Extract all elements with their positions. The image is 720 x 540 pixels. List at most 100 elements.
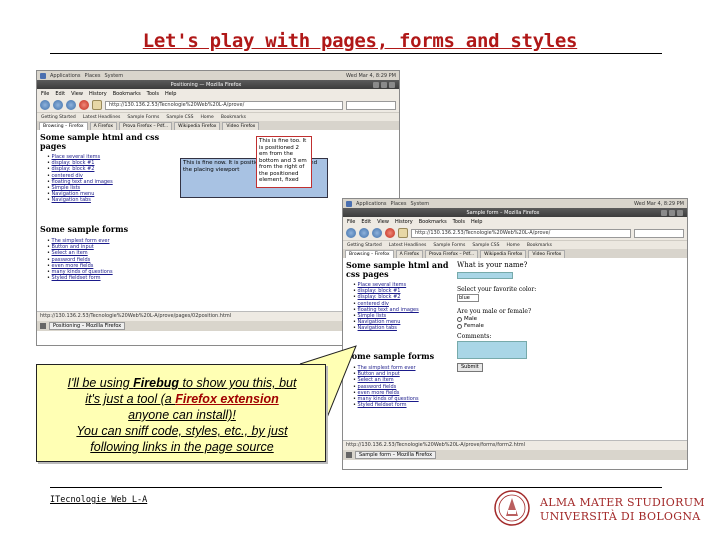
- page-link[interactable]: Navigation menu: [358, 319, 401, 325]
- tab-video[interactable]: Video Firefox: [222, 122, 260, 130]
- page-link[interactable]: floating text and images: [52, 179, 113, 185]
- form-link[interactable]: The simplest form ever: [358, 365, 416, 371]
- form-link[interactable]: Button and input: [358, 371, 400, 377]
- os-menu-applications[interactable]: Applications: [50, 73, 81, 79]
- url-input[interactable]: http://130.136.2.53/Tecnologie%20Web%20L…: [105, 100, 343, 110]
- home-icon[interactable]: [398, 228, 408, 238]
- tab-wikipedia[interactable]: Wikipedia Firefox: [480, 250, 527, 258]
- menu-edit[interactable]: Edit: [361, 219, 371, 225]
- taskbar-window-button[interactable]: Positioning – Mozilla Firefox: [49, 322, 126, 330]
- os-menu-places[interactable]: Places: [391, 201, 407, 207]
- stop-icon[interactable]: [385, 228, 395, 238]
- forward-icon[interactable]: [53, 100, 63, 110]
- minimize-icon[interactable]: [661, 209, 667, 216]
- name-input[interactable]: [457, 272, 513, 279]
- os-menu-system[interactable]: System: [410, 201, 429, 207]
- form-link[interactable]: Styled fieldset form: [358, 402, 407, 408]
- page-link[interactable]: Navigation tabs: [358, 325, 397, 331]
- back-icon[interactable]: [40, 100, 50, 110]
- radio-circle-icon[interactable]: [457, 323, 462, 329]
- bookmark-item[interactable]: Latest Headlines: [83, 115, 121, 120]
- search-input[interactable]: [346, 100, 396, 110]
- bookmark-item[interactable]: Sample Forms: [127, 115, 159, 120]
- form-link[interactable]: even more fields: [52, 263, 94, 269]
- tab-video[interactable]: Video Firefox: [528, 250, 566, 258]
- show-desktop-icon[interactable]: [40, 323, 46, 329]
- window-title-bar[interactable]: Sample form – Mozilla Firefox: [343, 208, 687, 217]
- page-link[interactable]: Simple lists: [358, 313, 387, 319]
- taskbar-window-button[interactable]: Sample form – Mozilla Firefox: [355, 451, 437, 459]
- bookmark-item[interactable]: Bookmarks: [221, 115, 246, 120]
- menu-history[interactable]: History: [395, 219, 413, 225]
- page-link[interactable]: centered div: [52, 173, 83, 179]
- menu-help[interactable]: Help: [165, 91, 176, 97]
- bookmark-item[interactable]: Sample CSS: [472, 243, 499, 248]
- menu-view[interactable]: View: [71, 91, 83, 97]
- radio-female[interactable]: Female: [457, 323, 484, 329]
- form-link[interactable]: Styled fieldset form: [52, 275, 101, 281]
- form-link[interactable]: Select an item: [52, 250, 88, 256]
- os-menu-applications[interactable]: Applications: [356, 201, 387, 207]
- bookmark-item[interactable]: Bookmarks: [527, 243, 552, 248]
- bookmark-item[interactable]: Latest Headlines: [389, 243, 427, 248]
- page-link[interactable]: display: block #1: [52, 160, 95, 166]
- reload-icon[interactable]: [66, 100, 76, 110]
- tab-browsing[interactable]: Browsing – Firefox: [39, 122, 88, 130]
- maximize-icon[interactable]: [669, 209, 675, 216]
- form-link[interactable]: Button and input: [52, 244, 94, 250]
- menu-view[interactable]: View: [377, 219, 389, 225]
- close-icon[interactable]: [677, 209, 683, 216]
- bookmark-item[interactable]: Getting Started: [41, 115, 76, 120]
- comments-textarea[interactable]: [457, 341, 527, 359]
- page-link[interactable]: Navigation menu: [52, 191, 95, 197]
- menu-edit[interactable]: Edit: [55, 91, 65, 97]
- page-link[interactable]: centered div: [358, 301, 389, 307]
- menu-tools[interactable]: Tools: [453, 219, 465, 225]
- radio-circle-icon[interactable]: [457, 316, 462, 322]
- form-link[interactable]: Select an item: [358, 377, 394, 383]
- search-input[interactable]: [634, 228, 684, 238]
- close-icon[interactable]: [389, 81, 395, 88]
- menu-bookmarks[interactable]: Bookmarks: [113, 91, 141, 97]
- menu-bookmarks[interactable]: Bookmarks: [419, 219, 447, 225]
- tab-firefox[interactable]: A Firefox: [89, 122, 117, 130]
- tab-prova[interactable]: Prova Firefox – Pdf...: [425, 250, 479, 258]
- bookmark-item[interactable]: Home: [201, 115, 214, 120]
- back-icon[interactable]: [346, 228, 356, 238]
- url-input[interactable]: http://130.136.2.53/Tecnologie%20Web%20L…: [411, 228, 631, 238]
- minimize-icon[interactable]: [373, 81, 379, 88]
- menu-history[interactable]: History: [89, 91, 107, 97]
- form-link[interactable]: password fields: [52, 257, 91, 263]
- window-title-bar[interactable]: Positioning — Mozilla Firefox: [37, 80, 399, 89]
- show-desktop-icon[interactable]: [346, 452, 352, 458]
- firefox-extension-link[interactable]: Firefox extension: [175, 392, 279, 406]
- menu-tools[interactable]: Tools: [147, 91, 159, 97]
- page-link[interactable]: Navigation tabs: [52, 197, 91, 203]
- radio-male[interactable]: Male: [457, 316, 477, 322]
- page-link[interactable]: display: block #2: [358, 294, 401, 300]
- maximize-icon[interactable]: [381, 81, 387, 88]
- page-link[interactable]: Place several items: [358, 282, 407, 288]
- form-link[interactable]: many kinds of questions: [358, 396, 419, 402]
- submit-button[interactable]: Submit: [457, 363, 483, 372]
- form-link[interactable]: even more fields: [358, 390, 400, 396]
- firebug-link[interactable]: Firebug: [133, 376, 179, 390]
- page-link[interactable]: display: block #1: [358, 288, 401, 294]
- bookmark-item[interactable]: Getting Started: [347, 243, 382, 248]
- tab-browsing[interactable]: Browsing – Firefox: [345, 250, 394, 258]
- page-link[interactable]: Place several items: [52, 154, 101, 160]
- menu-file[interactable]: File: [41, 91, 49, 97]
- menu-help[interactable]: Help: [471, 219, 482, 225]
- bookmark-item[interactable]: Sample CSS: [166, 115, 193, 120]
- bookmark-item[interactable]: Home: [507, 243, 520, 248]
- form-link[interactable]: password fields: [358, 384, 397, 390]
- color-select[interactable]: blue: [457, 294, 479, 302]
- menu-file[interactable]: File: [347, 219, 355, 225]
- forward-icon[interactable]: [359, 228, 369, 238]
- form-link[interactable]: The simplest form ever: [52, 238, 110, 244]
- page-link[interactable]: floating text and images: [358, 307, 419, 313]
- tab-prova[interactable]: Prova Firefox – Pdf...: [119, 122, 173, 130]
- tab-firefox[interactable]: A Firefox: [395, 250, 423, 258]
- page-link[interactable]: display: block #2: [52, 166, 95, 172]
- stop-icon[interactable]: [79, 100, 89, 110]
